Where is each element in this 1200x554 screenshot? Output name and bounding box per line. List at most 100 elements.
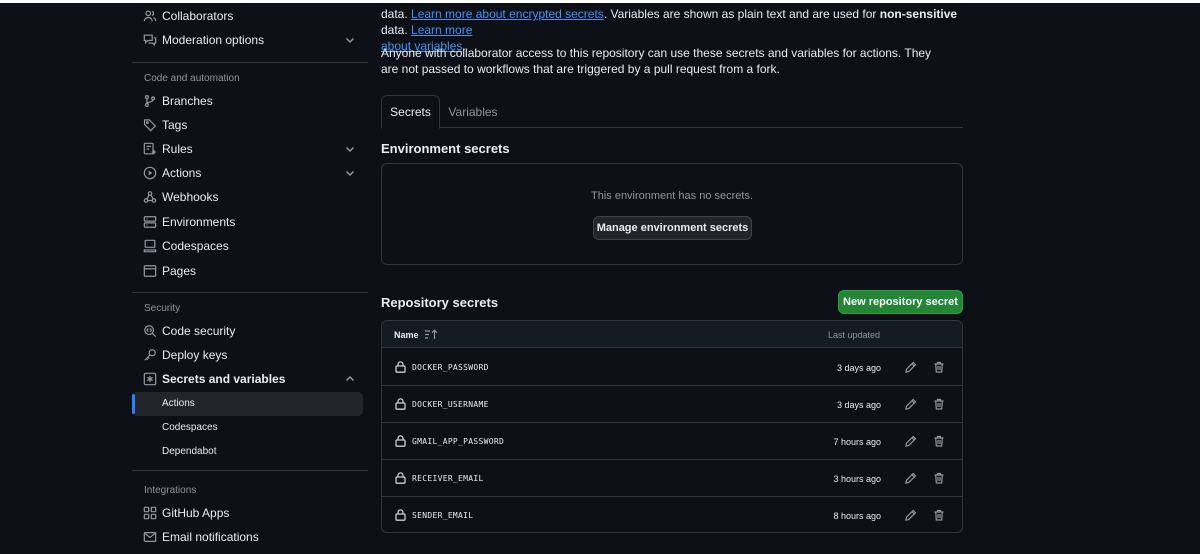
sidebar-divider	[132, 62, 368, 63]
sidebar-item-label: Moderation options	[162, 33, 265, 47]
sidebar-item-rules[interactable]: Rules	[132, 137, 368, 161]
tab-variables[interactable]: Variables	[443, 95, 503, 128]
chevron-down-icon[interactable]	[344, 143, 356, 155]
section-heading-integrations: Integrations	[144, 485, 197, 496]
sidebar-item-label: Deploy keys	[162, 348, 228, 362]
column-header-name: Name	[394, 330, 419, 340]
sidebar-item-label: Pages	[162, 264, 197, 278]
encrypted-secrets-link[interactable]: Learn more about encrypted secrets	[411, 7, 604, 21]
variables-link[interactable]: Learn more	[411, 23, 472, 37]
lock-icon	[395, 472, 406, 484]
people-icon	[143, 9, 157, 23]
column-header-last-updated: Last updated	[828, 330, 881, 340]
sidebar-item-moderation-options[interactable]: Moderation options	[132, 28, 368, 52]
sidebar-item-label: Tags	[162, 118, 188, 132]
key-icon	[143, 348, 157, 362]
intro-bold: non-sensitive	[879, 7, 958, 21]
sidebar-item-actions[interactable]: Actions	[132, 161, 368, 185]
sidebar-item-label: Codespaces	[162, 239, 229, 253]
new-repository-secret-button[interactable]: New repository secret	[838, 290, 963, 314]
pencil-icon[interactable]	[903, 507, 919, 523]
lock-icon	[395, 361, 406, 373]
sidebar-item-tags[interactable]: Tags	[132, 113, 368, 137]
sidebar-item-codespaces[interactable]: Codespaces	[132, 234, 368, 258]
secret-name: GMAIL_APP_PASSWORD	[412, 437, 505, 446]
sidebar-item-label: GitHub Apps	[162, 506, 230, 520]
secret-last-updated: 3 hours ago	[833, 474, 881, 484]
secret-last-updated: 8 hours ago	[833, 511, 881, 521]
sidebar-item-github-apps[interactable]: GitHub Apps	[132, 501, 368, 525]
manage-environment-secrets-button[interactable]: Manage environment secrets	[593, 216, 752, 240]
sidebar-divider	[132, 292, 368, 293]
sidebar-item-deploy-keys[interactable]: Deploy keys	[132, 343, 368, 367]
table-row: RECEIVER_EMAIL 3 hours ago	[382, 460, 962, 497]
repository-secrets-table: Name Last updated DOCKER_PASSWORD 3 days…	[381, 320, 963, 533]
sidebar-item-label: Actions	[162, 166, 202, 180]
secret-last-updated: 7 hours ago	[833, 437, 881, 447]
secret-last-updated: 3 days ago	[836, 363, 881, 373]
key-asterisk-icon	[143, 372, 157, 386]
section-heading-security: Security	[144, 303, 181, 314]
repository-secrets-heading: Repository secrets	[381, 295, 499, 310]
sidebar-item-collaborators[interactable]: Collaborators	[132, 4, 368, 28]
sidebar-item-label: Code security	[162, 324, 236, 338]
sidebar-item-environments[interactable]: Environments	[132, 210, 368, 234]
browser-icon	[143, 264, 157, 278]
trash-icon[interactable]	[931, 507, 947, 523]
secret-name: SENDER_EMAIL	[412, 511, 474, 520]
server-icon	[143, 215, 157, 229]
rules-icon	[143, 142, 157, 156]
trash-icon[interactable]	[931, 359, 947, 375]
chevron-down-icon[interactable]	[344, 34, 356, 46]
sidebar-item-secrets-and-variables[interactable]: Secrets and variables	[132, 367, 368, 391]
chevron-down-icon[interactable]	[344, 167, 356, 179]
pencil-icon[interactable]	[903, 470, 919, 486]
sidebar-item-label: Secrets and variables	[162, 372, 286, 386]
tab-secrets[interactable]: Secrets	[381, 95, 440, 129]
play-icon	[143, 166, 157, 180]
lock-icon	[395, 509, 406, 521]
sidebar-subitem-dependabot[interactable]: Dependabot	[132, 440, 363, 464]
environment-secrets-box: This environment has no secrets. Manage …	[381, 163, 963, 265]
sidebar-item-label: Webhooks	[162, 190, 219, 204]
webhook-icon	[143, 190, 157, 204]
lock-icon	[395, 398, 406, 410]
tag-icon	[143, 118, 157, 132]
pencil-icon[interactable]	[903, 396, 919, 412]
codespaces-icon	[143, 239, 157, 253]
trash-icon[interactable]	[931, 470, 947, 486]
intro-text: data.	[381, 23, 412, 37]
trash-icon[interactable]	[931, 396, 947, 412]
top-edge	[0, 0, 1200, 3]
codescan-icon	[143, 324, 157, 338]
sidebar-subitem-label: Dependabot	[162, 446, 217, 457]
apps-icon	[143, 506, 157, 520]
sidebar-item-webhooks[interactable]: Webhooks	[132, 185, 368, 209]
empty-state-text: This environment has no secrets.	[590, 190, 754, 202]
pencil-icon[interactable]	[903, 433, 919, 449]
sidebar-subitem-codespaces[interactable]: Codespaces	[132, 416, 363, 440]
secret-last-updated: 3 days ago	[836, 400, 881, 410]
chevron-up-icon[interactable]	[344, 373, 356, 385]
sidebar-item-label: Branches	[162, 94, 213, 108]
sidebar-divider	[132, 470, 368, 471]
collaborator-notice: Anyone with collaborator access to this …	[381, 46, 932, 76]
sidebar-subitem-label: Codespaces	[162, 422, 218, 433]
tab-bar: Secrets Variables	[381, 95, 963, 129]
sidebar-item-code-security[interactable]: Code security	[132, 319, 368, 343]
sidebar-item-label: Collaborators	[162, 9, 234, 23]
trash-icon[interactable]	[931, 433, 947, 449]
table-header: Name Last updated	[382, 321, 962, 348]
table-row: DOCKER_USERNAME 3 days ago	[382, 386, 962, 423]
table-row: SENDER_EMAIL 8 hours ago	[382, 497, 962, 532]
sort-asc-icon[interactable]	[424, 329, 438, 340]
sidebar-subitem-actions[interactable]: Actions	[132, 392, 363, 416]
secret-name: DOCKER_USERNAME	[412, 400, 489, 409]
pencil-icon[interactable]	[903, 359, 919, 375]
comment-discussion-icon	[143, 33, 157, 47]
sidebar-item-branches[interactable]: Branches	[132, 89, 368, 113]
secret-name: DOCKER_PASSWORD	[412, 363, 489, 372]
sidebar-item-pages[interactable]: Pages	[132, 259, 368, 283]
sidebar-item-email-notifications[interactable]: Email notifications	[132, 525, 368, 549]
section-heading-code-automation: Code and automation	[144, 73, 240, 84]
